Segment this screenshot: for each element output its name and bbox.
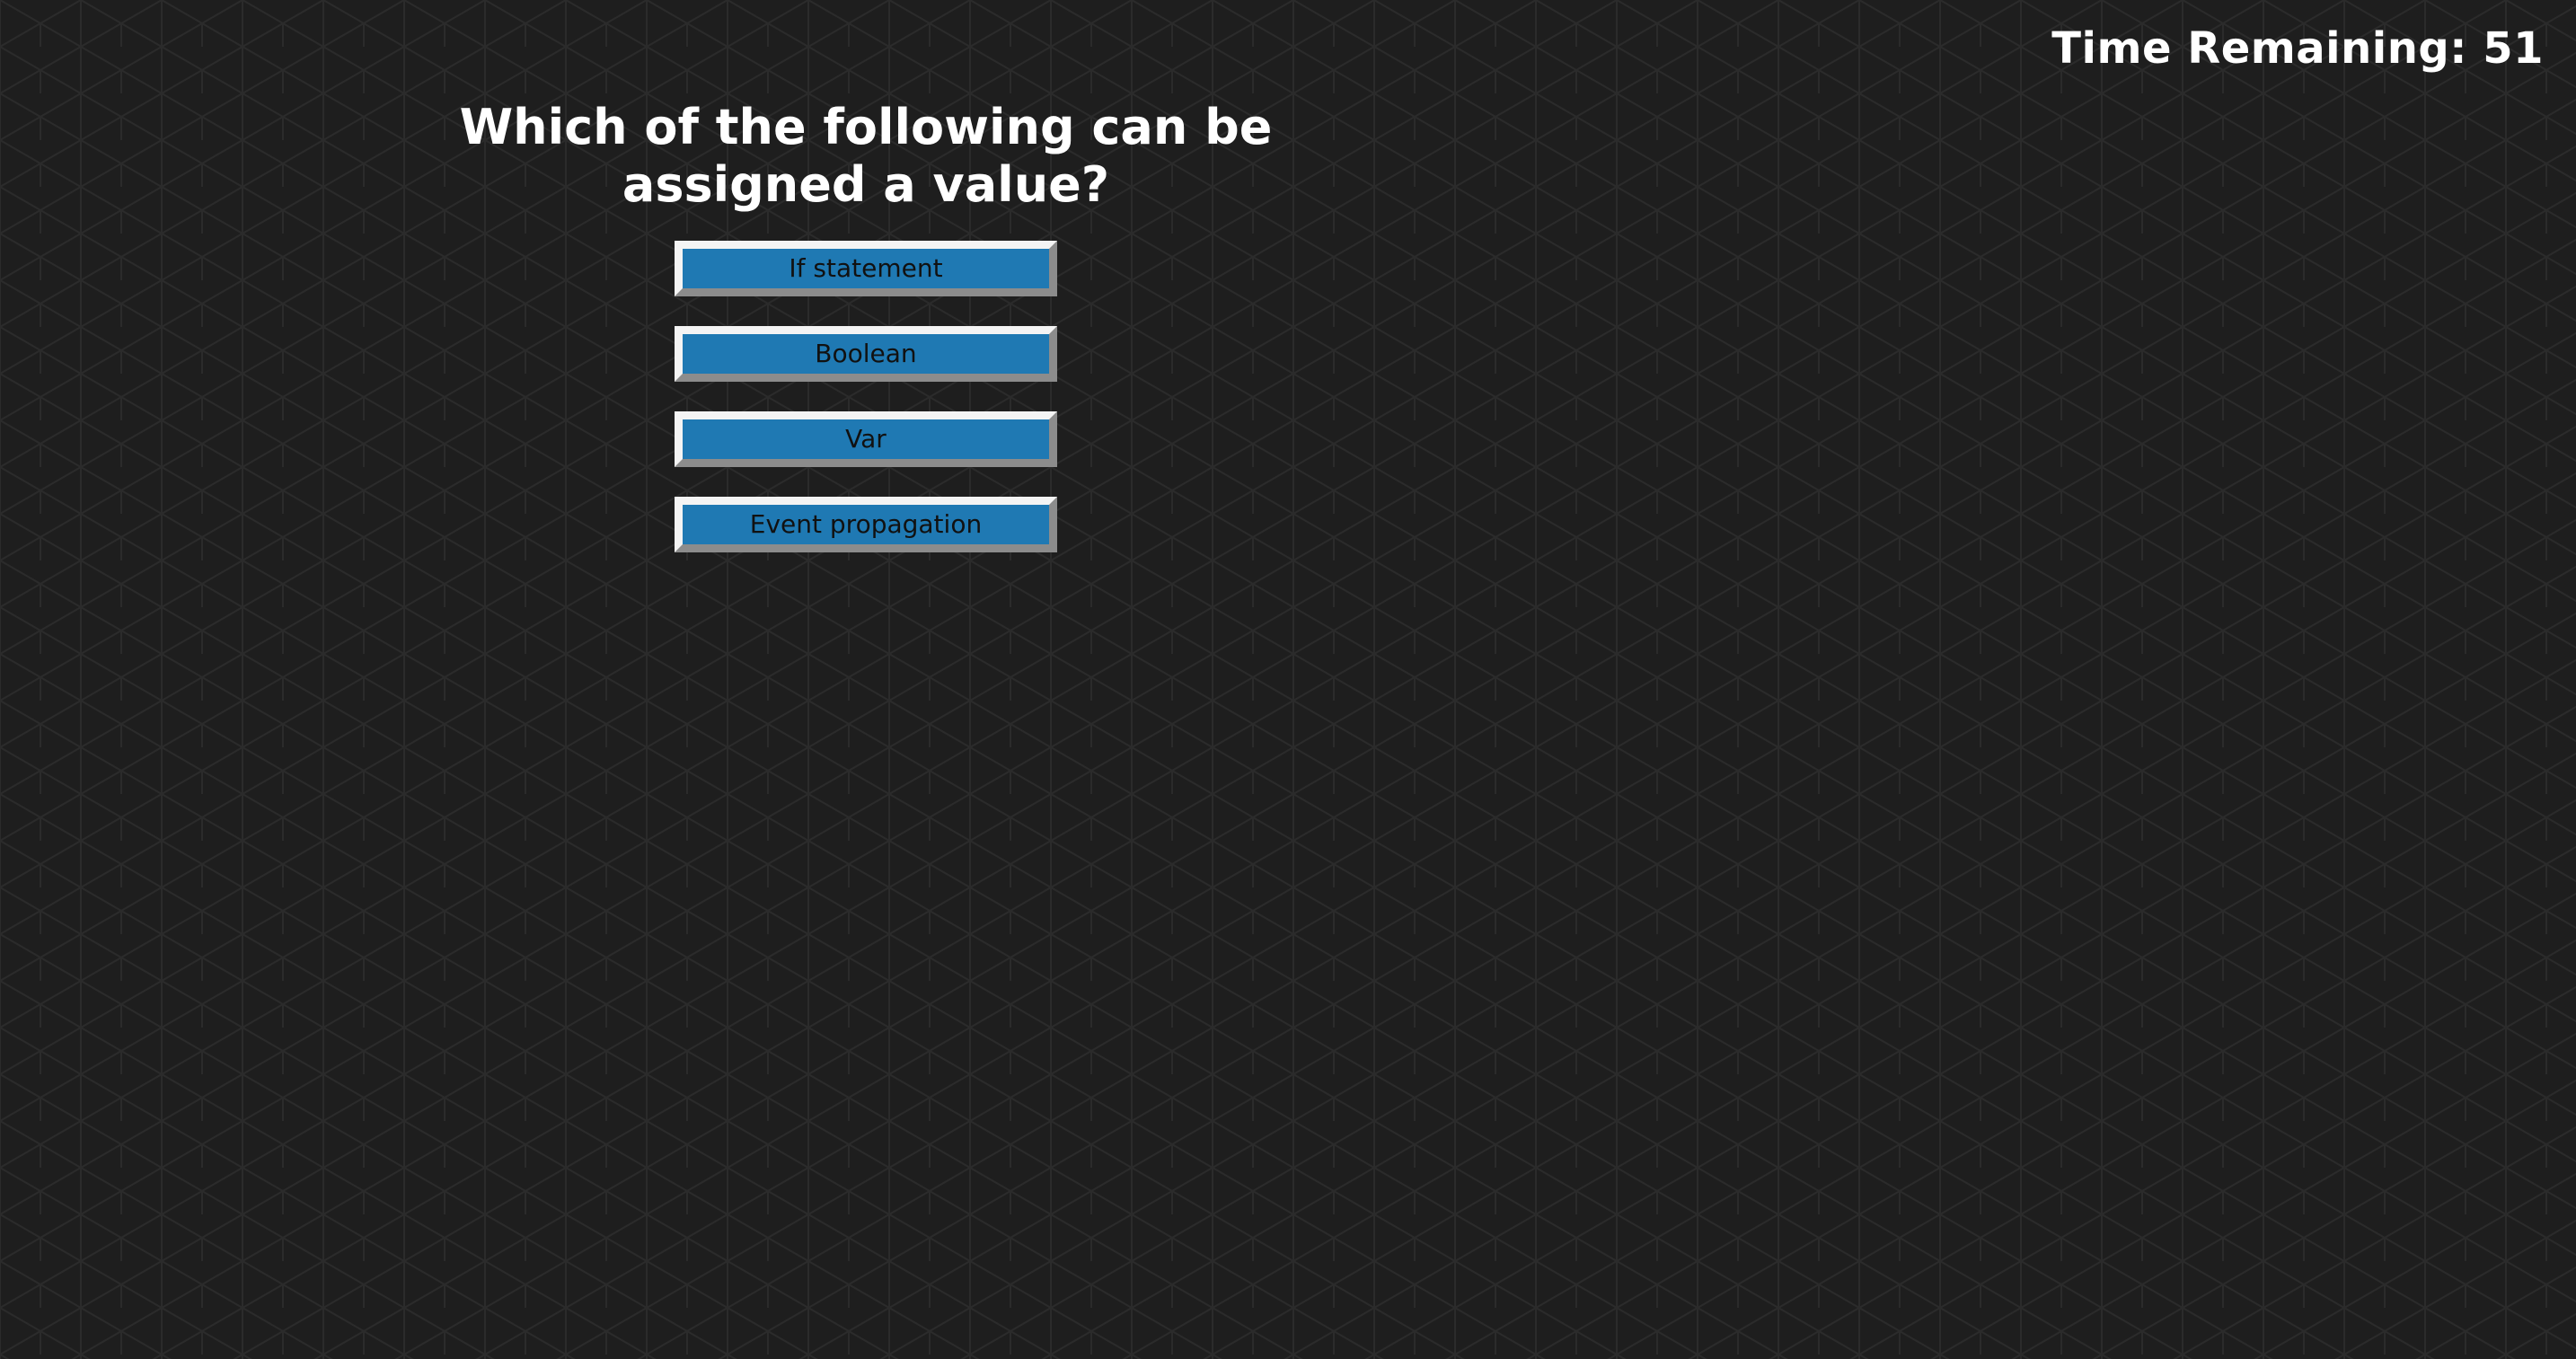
answer-list: If statement Boolean Var Event propagati… [675, 241, 1057, 582]
answer-button-boolean[interactable]: Boolean [675, 326, 1057, 382]
answer-button-event-propagation[interactable]: Event propagation [675, 497, 1057, 552]
time-remaining-counter: Time Remaining: 51 [2051, 23, 2544, 74]
question-text: Which of the following can be assigned a… [459, 99, 1273, 213]
answer-button-var[interactable]: Var [675, 411, 1057, 467]
answer-button-if-statement[interactable]: If statement [675, 241, 1057, 296]
quiz-panel: Which of the following can be assigned a… [440, 99, 1292, 582]
